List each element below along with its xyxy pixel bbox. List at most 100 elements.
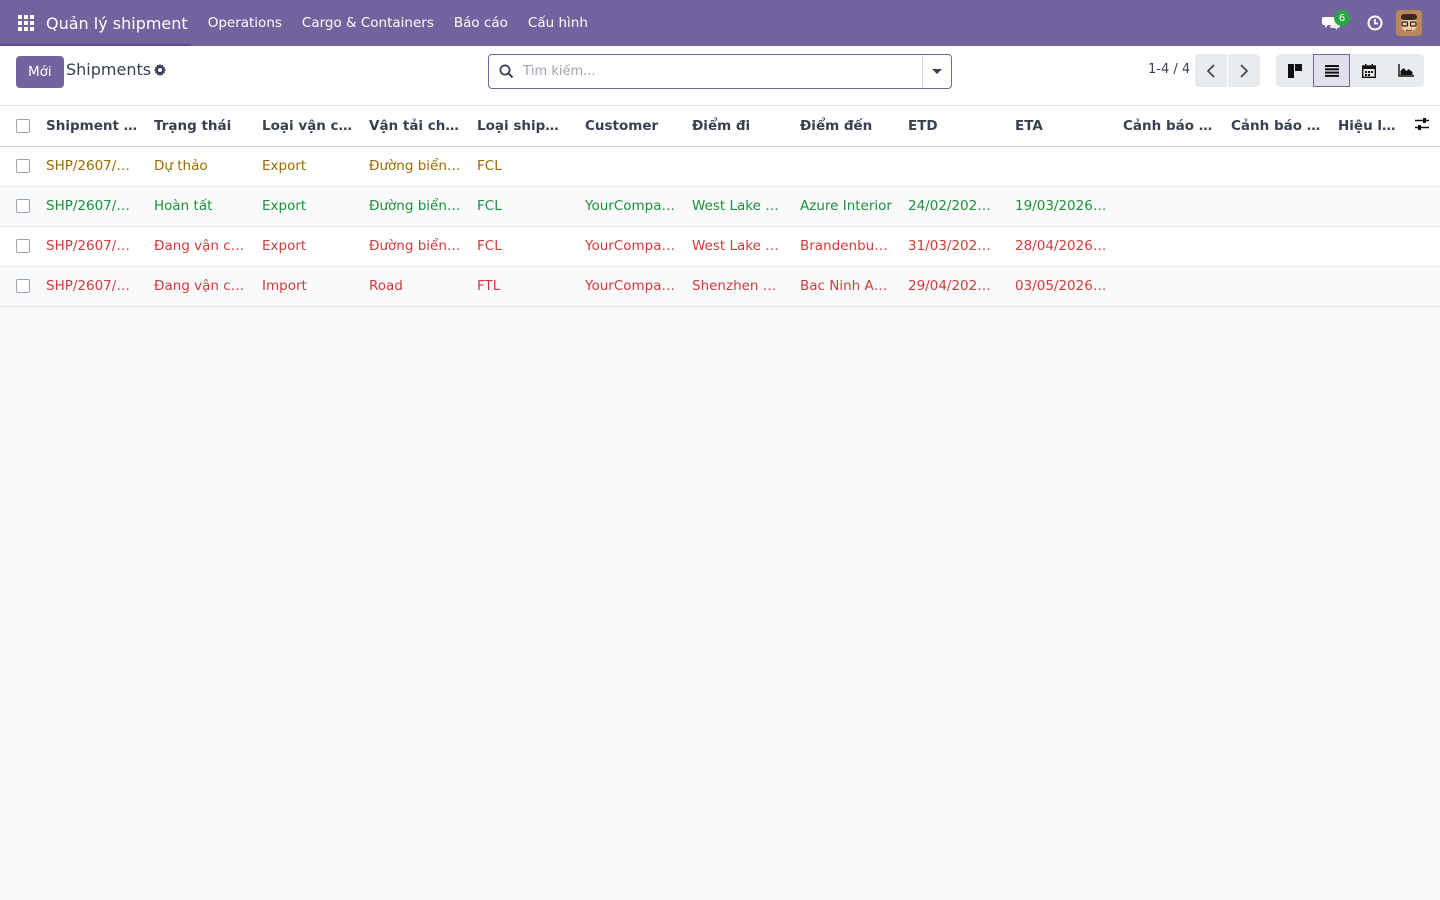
column-header[interactable]: Cảnh báo c...	[1223, 106, 1330, 147]
user-avatar[interactable]	[1396, 10, 1422, 36]
menu-cargo-containers[interactable]: Cargo & Containers	[292, 0, 444, 46]
row-checkbox[interactable]	[16, 239, 30, 253]
cell-etd[interactable]: 29/04/2026 ...	[900, 266, 1007, 307]
pager-value[interactable]: 1-4 / 4	[1148, 62, 1190, 77]
row-select-cell[interactable]	[0, 266, 38, 307]
cell-eta[interactable]: 28/04/2026 ...	[1007, 226, 1115, 267]
column-header[interactable]: Hiệu lực	[1330, 106, 1404, 147]
cell-customer[interactable]: YourCompan...	[577, 226, 684, 267]
cell-warning-2[interactable]	[1223, 266, 1330, 307]
cell-etd[interactable]: 24/02/2026 ...	[900, 186, 1007, 227]
cell-active[interactable]	[1330, 146, 1404, 187]
activity-clock-icon[interactable]	[1360, 0, 1390, 46]
graph-view-button[interactable]	[1387, 54, 1424, 87]
row-checkbox[interactable]	[16, 199, 30, 213]
cell-destination[interactable]: Azure Interior	[792, 186, 900, 227]
row-select-cell[interactable]	[0, 226, 38, 267]
column-header[interactable]: Điểm đến	[792, 106, 900, 147]
cell-warning-1[interactable]	[1115, 186, 1223, 227]
row-checkbox[interactable]	[16, 279, 30, 293]
cell-origin[interactable]: West Lake H...	[684, 226, 792, 267]
cell-destination[interactable]: Bac Ninh Ass...	[792, 266, 900, 307]
column-header[interactable]: Trạng thái	[146, 106, 254, 147]
table-row[interactable]: SHP/2607/00... Hoàn tất Export Đường biể…	[0, 186, 1440, 227]
cell-transport-type[interactable]: Export	[254, 226, 361, 267]
cell-transport-type[interactable]: Export	[254, 186, 361, 227]
cell-active[interactable]	[1330, 226, 1404, 267]
cell-shipment-type[interactable]: FTL	[469, 266, 577, 307]
cell-status[interactable]: Đang vận ch...	[146, 226, 254, 267]
table-row[interactable]: SHP/2607/00... Đang vận ch... Export Đườ…	[0, 226, 1440, 267]
cell-destination[interactable]: Brandenburg...	[792, 226, 900, 267]
cell-shipment-type[interactable]: FCL	[469, 186, 577, 227]
column-header[interactable]: ETA	[1007, 106, 1115, 147]
cell-shipment[interactable]: SHP/2607/00...	[38, 226, 146, 267]
column-header[interactable]: Cảnh báo t...	[1115, 106, 1223, 147]
column-header[interactable]: Shipment ...	[38, 106, 146, 147]
menu-reports[interactable]: Báo cáo	[444, 0, 518, 46]
list-view-button[interactable]	[1313, 54, 1350, 87]
cell-customer[interactable]	[577, 146, 684, 187]
cell-etd[interactable]	[900, 146, 1007, 187]
cell-transport-type[interactable]: Import	[254, 266, 361, 307]
cell-main-transport[interactable]: Road	[361, 266, 469, 307]
cell-main-transport[interactable]: Đường biển /...	[361, 226, 469, 267]
cell-warning-1[interactable]	[1115, 146, 1223, 187]
cell-eta[interactable]	[1007, 146, 1115, 187]
cell-eta[interactable]: 03/05/2026 ...	[1007, 266, 1115, 307]
chat-icon[interactable]: 6	[1316, 0, 1350, 46]
cell-warning-2[interactable]	[1223, 186, 1330, 227]
cell-customer[interactable]: YourCompan...	[577, 186, 684, 227]
cell-shipment[interactable]: SHP/2607/00...	[38, 186, 146, 227]
cell-status[interactable]: Hoàn tất	[146, 186, 254, 227]
apps-menu-icon[interactable]	[0, 0, 52, 46]
search-input[interactable]	[523, 55, 922, 88]
column-header[interactable]: Customer	[577, 106, 684, 147]
search-options-toggle[interactable]	[922, 55, 951, 88]
cell-origin[interactable]: West Lake H...	[684, 186, 792, 227]
column-header[interactable]: Loại vận ch...	[254, 106, 361, 147]
select-all-checkbox[interactable]	[16, 118, 30, 133]
table-row[interactable]: SHP/2607/00... Đang vận ch... Import Roa…	[0, 266, 1440, 307]
cell-eta[interactable]: 19/03/2026 ...	[1007, 186, 1115, 227]
cell-shipment[interactable]: SHP/2607/00...	[38, 266, 146, 307]
cell-active[interactable]	[1330, 266, 1404, 307]
cell-customer[interactable]: YourCompan...	[577, 266, 684, 307]
cell-origin[interactable]	[684, 146, 792, 187]
calendar-view-button[interactable]	[1350, 54, 1387, 87]
cell-transport-type[interactable]: Export	[254, 146, 361, 187]
menu-operations[interactable]: Operations	[198, 0, 292, 46]
cell-status[interactable]: Đang vận ch...	[146, 266, 254, 307]
column-header[interactable]: Vận tải chính	[361, 106, 469, 147]
select-all-cell[interactable]	[0, 106, 38, 147]
cell-shipment-type[interactable]: FCL	[469, 226, 577, 267]
cell-status[interactable]: Dự thảo	[146, 146, 254, 187]
cell-warning-1[interactable]	[1115, 226, 1223, 267]
column-header[interactable]: Loại shipm...	[469, 106, 577, 147]
cell-warning-2[interactable]	[1223, 226, 1330, 267]
cell-main-transport[interactable]: Đường biển /...	[361, 146, 469, 187]
cell-origin[interactable]: Shenzhen Co...	[684, 266, 792, 307]
cell-warning-2[interactable]	[1223, 146, 1330, 187]
row-select-cell[interactable]	[0, 186, 38, 227]
new-button[interactable]: Mới	[16, 56, 64, 88]
app-brand[interactable]: Quản lý shipment	[46, 0, 198, 46]
column-header[interactable]: Điểm đi	[684, 106, 792, 147]
cell-active[interactable]	[1330, 186, 1404, 227]
cell-shipment[interactable]: SHP/2607/00...	[38, 146, 146, 187]
kanban-view-button[interactable]	[1276, 54, 1313, 87]
cell-warning-1[interactable]	[1115, 266, 1223, 307]
table-row[interactable]: SHP/2607/00... Dự thảo Export Đường biển…	[0, 146, 1440, 187]
menu-configuration[interactable]: Cấu hình	[518, 0, 598, 46]
cell-etd[interactable]: 31/03/2026 ...	[900, 226, 1007, 267]
pager-next-button[interactable]	[1228, 54, 1260, 87]
column-header[interactable]: ETD	[900, 106, 1007, 147]
cell-shipment-type[interactable]: FCL	[469, 146, 577, 187]
gear-icon[interactable]	[153, 63, 167, 77]
row-checkbox[interactable]	[16, 159, 30, 173]
cell-main-transport[interactable]: Đường biển /...	[361, 186, 469, 227]
pager-previous-button[interactable]	[1195, 54, 1227, 87]
cell-destination[interactable]	[792, 146, 900, 187]
row-select-cell[interactable]	[0, 146, 38, 187]
optional-columns-toggle[interactable]	[1404, 106, 1440, 147]
